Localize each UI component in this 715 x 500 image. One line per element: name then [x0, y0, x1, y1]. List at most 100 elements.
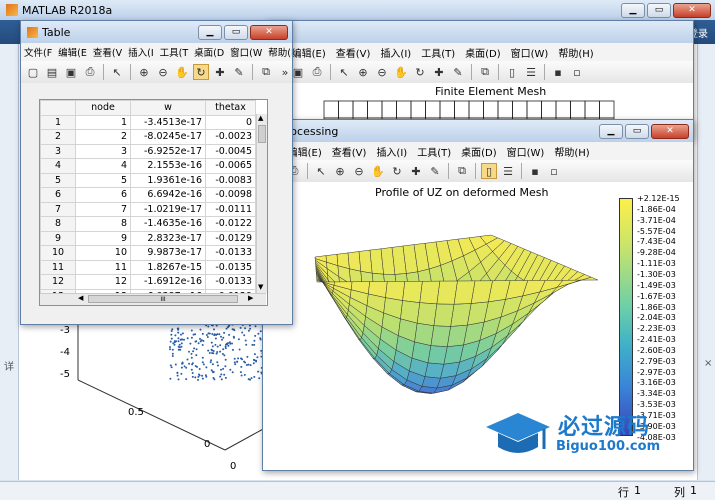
table-cell[interactable]: 7 — [75, 201, 131, 217]
table-row[interactable]: 9 9 2.8323e-17 -0.0129 — [40, 230, 256, 246]
legend-icon[interactable]: ☰ — [523, 64, 539, 80]
table-cell[interactable]: 11 — [75, 259, 131, 275]
new-figure-icon[interactable]: ▢ — [25, 64, 41, 80]
colorbar-icon[interactable]: ▯ — [504, 64, 520, 80]
table-cell[interactable]: -0.0083 — [205, 172, 256, 188]
table-cell[interactable]: -8.0245e-17 — [130, 129, 206, 145]
table-cell[interactable]: -0.0133 — [205, 274, 256, 290]
open-file-icon[interactable]: ▤ — [44, 64, 60, 80]
mesh-menu-window[interactable]: 窗口(W) — [506, 45, 554, 60]
row-index-cell[interactable]: 11 — [40, 259, 76, 275]
print-icon[interactable]: ⎙ — [309, 64, 325, 80]
mesh-menu-tools[interactable]: 工具(T) — [416, 45, 460, 60]
link-plot-icon[interactable]: ⧉ — [477, 64, 493, 80]
row-index-cell[interactable]: 12 — [40, 274, 76, 290]
table-cell[interactable]: -0.0098 — [205, 187, 256, 203]
rotate-icon[interactable]: ↻ — [412, 64, 428, 80]
minimize-button[interactable]: ▁ — [621, 2, 645, 18]
table-row[interactable]: 12 12 -1.6912e-16 -0.0133 — [40, 274, 256, 290]
pan-icon[interactable]: ✋ — [370, 163, 386, 179]
table-cell[interactable]: 0 — [205, 114, 256, 130]
table-row[interactable]: 4 4 2.1553e-16 -0.0065 — [40, 158, 256, 174]
brush-icon[interactable]: ✎ — [450, 64, 466, 80]
close-button[interactable]: ✕ — [651, 123, 689, 139]
column-header-node[interactable]: node — [75, 100, 131, 116]
row-index-cell[interactable]: 10 — [40, 245, 76, 261]
row-index-cell[interactable]: 7 — [40, 201, 76, 217]
table-row[interactable]: 1 1 -3.4513e-17 0 — [40, 114, 256, 130]
close-button[interactable]: ✕ — [673, 2, 711, 18]
table-cell[interactable]: 2 — [75, 129, 131, 145]
mesh-menu-desktop[interactable]: 桌面(D) — [460, 45, 506, 60]
legend-icon[interactable]: ☰ — [500, 163, 516, 179]
row-index-cell[interactable]: 3 — [40, 143, 76, 159]
table-row[interactable]: 5 5 1.9361e-16 -0.0083 — [40, 172, 256, 188]
table-cell[interactable]: -0.0065 — [205, 158, 256, 174]
table-menu-help[interactable]: 帮助(H — [265, 45, 292, 59]
table-row[interactable]: 3 3 -6.9252e-17 -0.0045 — [40, 143, 256, 159]
table-cell[interactable]: -0.0135 — [205, 259, 256, 275]
table-cell[interactable]: -0.0111 — [205, 201, 256, 217]
post-menu-tools[interactable]: 工具(T) — [412, 144, 456, 159]
pointer-icon[interactable]: ↖ — [109, 64, 125, 80]
maximize-button[interactable]: ▭ — [224, 24, 248, 40]
table-cell[interactable]: 1.9361e-16 — [130, 172, 206, 188]
table-vertical-scrollbar[interactable]: ▲ ▼ — [256, 114, 267, 293]
table-cell[interactable]: -3.4513e-17 — [130, 114, 206, 130]
table-cell[interactable]: 5 — [75, 172, 131, 188]
scroll-left-arrow-icon[interactable]: ◀ — [78, 294, 83, 302]
toolbar-overflow-icon[interactable]: » — [277, 64, 292, 80]
table-cell[interactable]: -0.0122 — [205, 216, 256, 232]
table-cell[interactable]: 6.6942e-16 — [130, 187, 206, 203]
print-icon[interactable]: ⎙ — [82, 64, 98, 80]
scroll-down-arrow-icon[interactable]: ▼ — [258, 283, 263, 291]
table-menu-insert[interactable]: 插入(I — [125, 45, 157, 59]
table-menu-file[interactable]: 文件(F — [21, 45, 55, 59]
hide-plot-tools-icon[interactable]: ▪ — [527, 163, 543, 179]
mesh-menu-help[interactable]: 帮助(H) — [553, 45, 598, 60]
table-cell[interactable]: -0.0023 — [205, 129, 256, 145]
table-cell[interactable]: 10 — [75, 245, 131, 261]
link-plot-icon[interactable]: ⧉ — [258, 64, 274, 80]
table-cell[interactable]: -6.9252e-17 — [130, 143, 206, 159]
table-cell[interactable]: 1.8267e-15 — [130, 259, 206, 275]
table-cell[interactable]: 4 — [75, 158, 131, 174]
row-index-cell[interactable]: 6 — [40, 187, 76, 203]
maximize-button[interactable]: ▭ — [625, 123, 649, 139]
table-cell[interactable]: -0.0133 — [205, 245, 256, 261]
zoom-in-icon[interactable]: ⊕ — [136, 64, 152, 80]
link-plot-icon[interactable]: ⧉ — [454, 163, 470, 179]
data-cursor-icon[interactable]: ✚ — [431, 64, 447, 80]
table-cell[interactable]: 3 — [75, 143, 131, 159]
table-cell[interactable]: -0.0045 — [205, 143, 256, 159]
show-plot-tools-icon[interactable]: ▫ — [546, 163, 562, 179]
zoom-out-icon[interactable]: ⊖ — [374, 64, 390, 80]
table-horizontal-scrollbar[interactable]: ◀ III ▶ — [40, 293, 266, 305]
row-index-cell[interactable]: 9 — [40, 230, 76, 246]
table-row[interactable]: 7 7 -1.0219e-17 -0.0111 — [40, 201, 256, 217]
table-cell[interactable]: 12 — [75, 274, 131, 290]
brush-icon[interactable]: ✎ — [231, 64, 247, 80]
table-cell[interactable]: 8 — [75, 216, 131, 232]
table-cell[interactable]: -1.6912e-16 — [130, 274, 206, 290]
table-cell[interactable]: 2.1553e-16 — [130, 158, 206, 174]
table-row[interactable]: 10 10 9.9873e-17 -0.0133 — [40, 245, 256, 261]
zoom-in-icon[interactable]: ⊕ — [355, 64, 371, 80]
minimize-button[interactable]: ▁ — [198, 24, 222, 40]
scroll-right-arrow-icon[interactable]: ▶ — [248, 294, 253, 302]
table-menu-tools[interactable]: 工具(T — [157, 45, 192, 59]
colorbar-icon[interactable]: ▯ — [481, 163, 497, 179]
brush-icon[interactable]: ✎ — [427, 163, 443, 179]
mesh-menu-edit[interactable]: 编辑(E) — [287, 45, 331, 60]
rotate-icon[interactable]: ↻ — [193, 64, 209, 80]
post-menu-desktop[interactable]: 桌面(D) — [456, 144, 502, 159]
pan-icon[interactable]: ✋ — [393, 64, 409, 80]
mesh-menu-view[interactable]: 查看(V) — [331, 45, 376, 60]
close-button[interactable]: ✕ — [250, 24, 288, 40]
table-menu-window[interactable]: 窗口(W — [227, 45, 265, 59]
pan-icon[interactable]: ✋ — [174, 64, 190, 80]
table-row[interactable]: 11 11 1.8267e-15 -0.0135 — [40, 259, 256, 275]
data-table[interactable]: node w thetax 1 1 -3.4513e-17 0 2 2 -8.0245e-1… — [39, 99, 268, 306]
pointer-icon[interactable]: ↖ — [313, 163, 329, 179]
horizontal-scroll-thumb[interactable]: III — [88, 295, 238, 303]
